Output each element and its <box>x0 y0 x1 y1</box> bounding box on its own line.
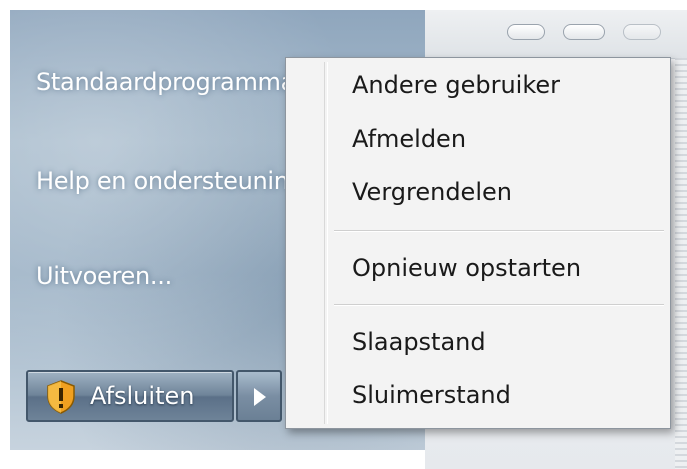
shutdown-options-button[interactable] <box>236 370 282 422</box>
menu-item-lock[interactable]: Vergrendelen <box>352 178 512 206</box>
arrow-right-icon <box>254 388 266 406</box>
menu-separator <box>334 304 664 306</box>
menu-item-run[interactable]: Uitvoeren... <box>36 262 172 290</box>
toolbar-button[interactable] <box>623 24 661 40</box>
menu-item-switch-user[interactable]: Andere gebruiker <box>352 71 560 99</box>
toolbar-button[interactable] <box>563 24 605 40</box>
menu-item-help-support[interactable]: Help en ondersteuning <box>36 167 304 195</box>
shutdown-button[interactable]: Afsluiten <box>26 370 234 422</box>
shutdown-label: Afsluiten <box>90 382 195 410</box>
shutdown-context-menu: Andere gebruiker Afmelden Vergrendelen O… <box>285 57 671 429</box>
menu-item-default-programs[interactable]: Standaardprogramma's <box>36 68 314 96</box>
background-toolbar <box>425 10 687 59</box>
menu-item-sleep[interactable]: Slaapstand <box>352 328 486 356</box>
menu-item-hibernate[interactable]: Sluimerstand <box>352 381 511 409</box>
menu-item-log-off[interactable]: Afmelden <box>352 125 466 153</box>
shield-icon <box>46 380 76 418</box>
menu-icon-gutter <box>324 62 328 424</box>
background-scroll-edge <box>675 58 687 469</box>
menu-item-restart[interactable]: Opnieuw opstarten <box>352 254 581 282</box>
menu-separator <box>334 230 664 232</box>
toolbar-button[interactable] <box>507 24 545 40</box>
